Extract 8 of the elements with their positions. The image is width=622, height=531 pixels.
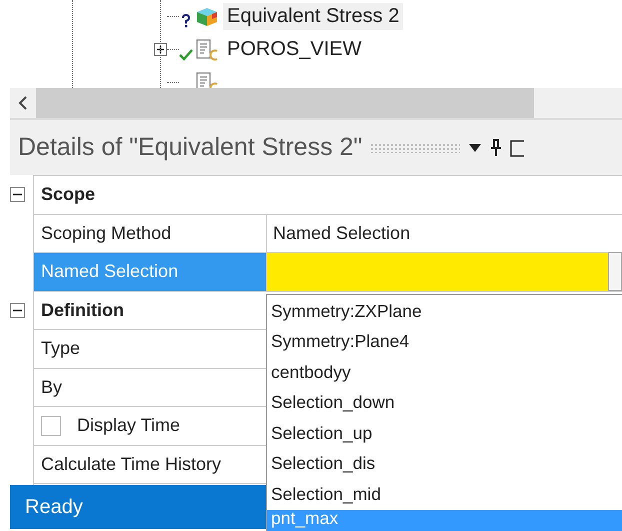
status-text: Ready [25, 496, 83, 518]
property-label: Named Selection [41, 261, 178, 282]
property-label: Scoping Method [41, 222, 172, 244]
property-label: Display Time [77, 415, 180, 436]
panel-title: Details of "Equivalent Stress 2" [18, 133, 362, 162]
property-label: By [41, 376, 62, 398]
property-label: Type [41, 338, 80, 360]
property-label: Calculate Time History [41, 454, 222, 475]
